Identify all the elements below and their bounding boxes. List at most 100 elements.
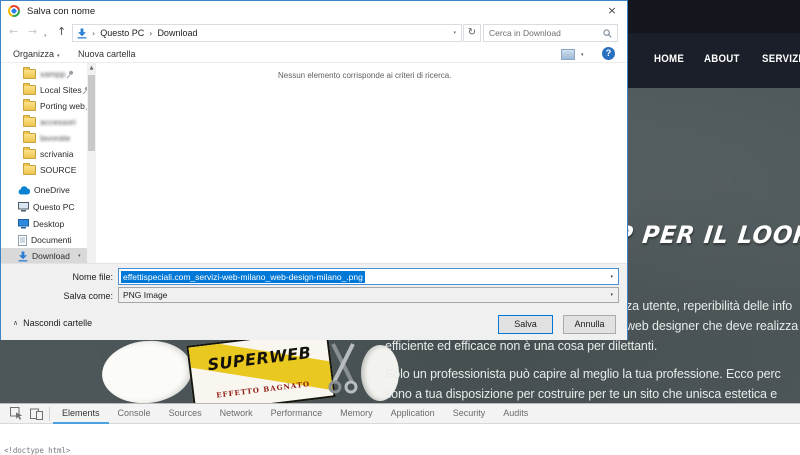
sidebar-item-scrivania[interactable]: scrivania (1, 146, 87, 162)
device-toolbar-icon[interactable] (26, 404, 46, 423)
search-input[interactable]: Cerca in Download (483, 24, 618, 42)
scrollbar-thumb[interactable] (88, 75, 95, 151)
sidebar-item-questo-pc[interactable]: Questo PC (1, 199, 87, 215)
up-button[interactable]: ↑ (57, 25, 66, 39)
tab-elements[interactable]: Elements (53, 404, 109, 424)
sidebar-item-local-sites[interactable]: Local Sites (1, 82, 87, 98)
file-name-input[interactable]: effettispeciali.com_servizi-web-milano_w… (118, 268, 619, 285)
site-paragraph-line: Solo un professionista può capire al meg… (385, 367, 781, 381)
tab-security[interactable]: Security (444, 404, 495, 424)
download-expand-chevron[interactable]: ▾ (78, 253, 81, 259)
sidebar-item-label: Documenti (31, 235, 72, 245)
sidebar-item-label: lavorate (40, 133, 70, 143)
sidebar-item-label: accessori (40, 117, 76, 127)
sidebar-item-download[interactable]: Download (1, 248, 87, 264)
devtools-toolbar: ElementsConsoleSourcesNetworkPerformance… (0, 404, 800, 424)
nav-item-servizi[interactable]: SERVIZI (762, 53, 800, 65)
breadcrumb-folder[interactable]: Download (157, 28, 197, 38)
toolbar-divider (49, 407, 50, 421)
empty-folder-message: Nessun elemento corrisponde ai criteri d… (278, 71, 451, 80)
tab-sources[interactable]: Sources (160, 404, 211, 424)
folder-icon (23, 117, 36, 127)
devtools-code: <!doctype html> <html lang="it-IT" prefi… (0, 424, 800, 455)
chevron-down-icon[interactable]: ▾ (610, 292, 613, 298)
back-button[interactable]: ← (9, 25, 18, 39)
tab-network[interactable]: Network (211, 404, 262, 424)
download-icon (18, 251, 28, 262)
breadcrumb-separator: › (149, 29, 152, 38)
organize-button[interactable]: Organizza▾ (13, 49, 60, 59)
inspect-element-icon[interactable] (6, 404, 26, 423)
pin-icon (66, 70, 74, 79)
breadcrumb[interactable]: › Questo PC › Download ▾ (72, 24, 462, 42)
sidebar-item-onedrive[interactable]: OneDrive (1, 182, 87, 198)
sidebar-item-source[interactable]: SOURCE (1, 162, 87, 178)
sidebar-scrollbar[interactable]: ▲ (87, 63, 96, 264)
chevron-down-icon: ▾ (57, 53, 60, 59)
site-paragraph-line: efficiente ed efficace non è una cosa pe… (385, 339, 657, 353)
hide-folders-button[interactable]: ∧ Nascondi cartelle (13, 318, 92, 328)
sidebar-item-label: Porting web (40, 101, 85, 111)
dialog-navbar: ← → ▾ ↑ › Questo PC › Download ▾ ↻ Cerca (1, 21, 627, 46)
folder-icon (23, 101, 36, 111)
sidebar-item-documenti[interactable]: Documenti (1, 232, 87, 248)
search-placeholder: Cerca in Download (489, 28, 561, 38)
sidebar-item-label: scrivania (40, 149, 74, 159)
sidebar-item-label: Local Sites (40, 85, 82, 95)
sidebar-item-xampp[interactable]: xampp (1, 66, 87, 82)
sidebar-item-label: Questo PC (33, 202, 75, 212)
history-dropdown-icon[interactable]: ▾ (44, 29, 47, 43)
folder-icon (23, 69, 36, 79)
cancel-button[interactable]: Annulla (563, 315, 616, 334)
screenshot-root: HOME ABOUT SERVIZI P PER IL LOOK D SUPERWE… (0, 0, 800, 455)
scissors-icon (326, 338, 360, 401)
save-type-select[interactable]: PNG Image ▾ (118, 287, 619, 303)
view-options-button[interactable]: ▾ (561, 49, 584, 60)
sidebar-item-accessori[interactable]: accessori (1, 114, 87, 130)
tab-audits[interactable]: Audits (494, 404, 537, 424)
help-button[interactable]: ? (602, 47, 615, 60)
hero-heading: P PER IL LOOK D (614, 221, 800, 249)
new-folder-button[interactable]: Nuova cartella (78, 49, 136, 59)
document-icon (18, 235, 27, 246)
breadcrumb-history-chevron[interactable]: ▾ (453, 30, 456, 36)
tab-performance[interactable]: Performance (262, 404, 332, 424)
nav-item-about[interactable]: ABOUT (704, 53, 740, 65)
dialog-footer: Nome file: effettispeciali.com_servizi-w… (1, 263, 627, 340)
tab-application[interactable]: Application (382, 404, 444, 424)
sidebar-item-label: Desktop (33, 219, 64, 229)
dialog-toolbar: Organizza▾ Nuova cartella ▾ ? (1, 46, 627, 63)
chrome-icon (8, 5, 20, 17)
sidebar-item-porting-web[interactable]: Porting web (1, 98, 87, 114)
sidebar-item-label: SOURCE (40, 165, 76, 175)
tab-memory[interactable]: Memory (331, 404, 382, 424)
code-line-doctype: <!doctype html> (4, 446, 800, 455)
download-folder-icon (77, 28, 87, 39)
site-paragraph-line: web designer che deve realizza (626, 319, 798, 333)
devtools-panel: ElementsConsoleSourcesNetworkPerformance… (0, 403, 800, 455)
forward-button[interactable]: → (28, 25, 37, 39)
folder-icon (23, 133, 36, 143)
cloud-icon (18, 186, 30, 195)
dialog-title: Salva con nome (27, 6, 95, 17)
can-left-end (99, 336, 195, 407)
product-subtitle: EFFETTO BAGNATO (194, 376, 332, 402)
save-button[interactable]: Salva (498, 315, 553, 334)
nav-item-home[interactable]: HOME (654, 53, 684, 65)
tab-console[interactable]: Console (109, 404, 160, 424)
breadcrumb-root[interactable]: Questo PC (100, 28, 144, 38)
chevron-down-icon[interactable]: ▾ (610, 274, 613, 280)
close-button[interactable]: × (597, 1, 627, 21)
sidebar-item-desktop[interactable]: Desktop (1, 216, 87, 232)
product-image: SUPERWEB EFFETTO BAGNATO (98, 336, 400, 408)
sidebar-item-lavorate[interactable]: lavorate (1, 130, 87, 146)
site-paragraph-line: sono a tua disposizione per costruire pe… (385, 387, 777, 401)
refresh-button[interactable]: ↻ (463, 24, 481, 42)
chevron-up-icon: ∧ (13, 319, 18, 327)
file-name-label: Nome file: (1, 272, 113, 282)
sidebar-item-label: OneDrive (34, 185, 70, 195)
scrollbar-up-arrow[interactable]: ▲ (87, 63, 96, 73)
folder-icon (23, 165, 36, 175)
folder-icon (23, 85, 36, 95)
chevron-down-icon: ▾ (581, 52, 584, 58)
